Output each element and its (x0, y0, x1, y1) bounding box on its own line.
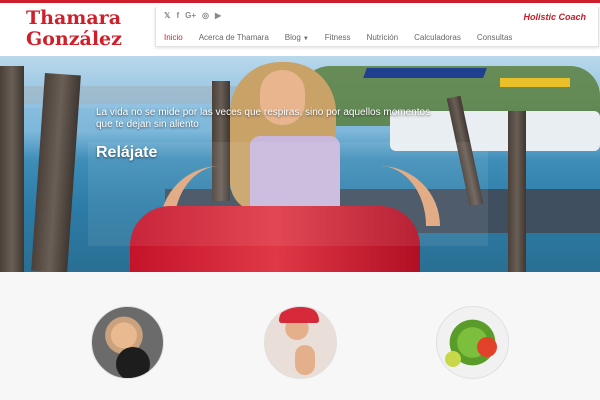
nav-item-blog-label: Blog (284, 33, 301, 42)
twitter-icon[interactable]: 𝕏 (164, 10, 170, 22)
tomato (477, 337, 497, 357)
feature-circles (0, 272, 600, 400)
raised-arm (295, 345, 315, 375)
youtube-icon[interactable]: ▶ (215, 10, 221, 22)
fitness-circle-image[interactable] (91, 306, 164, 379)
nav-item-blog[interactable]: Blog ▼ (277, 29, 317, 48)
logo-last-name: González (26, 28, 122, 50)
lifestyle-circle-image[interactable] (264, 306, 337, 379)
google-plus-icon[interactable]: G+ (185, 10, 196, 22)
nav-item-inicio[interactable]: Inicio (156, 29, 191, 48)
site-tagline: Holistic Coach (523, 12, 586, 22)
hero-slider[interactable]: Relájate La vida no se mide por las vece… (0, 56, 600, 272)
dock-post (0, 66, 24, 272)
lime (445, 351, 461, 367)
nutrition-circle-image[interactable] (436, 306, 509, 379)
site-header: Thamara González 𝕏 f G+ ◎ ▶ Holistic Coa… (0, 3, 600, 56)
nav-item-consultas[interactable]: Consultas (469, 29, 521, 48)
navigation-panel: 𝕏 f G+ ◎ ▶ Holistic Coach Inicio Acerca … (155, 7, 599, 47)
hero-title: Relájate (96, 144, 158, 161)
site-logo[interactable]: Thamara González (26, 8, 122, 50)
main-menu: Inicio Acerca de Thamara Blog ▼ Fitness N… (156, 29, 520, 48)
logo-first-name: Thamara (26, 7, 121, 29)
red-cap (279, 307, 319, 323)
facebook-icon[interactable]: f (176, 10, 179, 22)
hero-quote: La vida no se mide por las veces que res… (96, 107, 431, 130)
nav-item-fitness[interactable]: Fitness (317, 29, 359, 48)
nav-item-calculadoras[interactable]: Calculadoras (406, 29, 469, 48)
instagram-icon[interactable]: ◎ (202, 10, 209, 22)
nav-item-acerca[interactable]: Acerca de Thamara (191, 29, 277, 48)
social-links: 𝕏 f G+ ◎ ▶ (164, 10, 221, 22)
boxing-glove (116, 347, 150, 378)
dock-post (508, 111, 526, 272)
hero-yellow-awning (500, 78, 570, 87)
nav-item-nutricion[interactable]: Nutrición (359, 29, 407, 48)
caret-down-icon: ▼ (302, 36, 309, 42)
